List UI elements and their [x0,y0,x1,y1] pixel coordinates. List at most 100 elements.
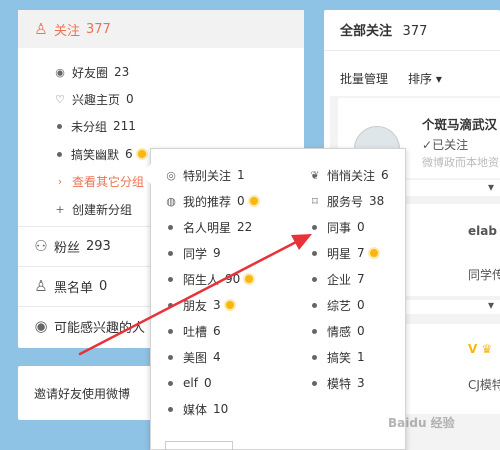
group-count: 0 [357,298,365,312]
group-count: 23 [114,65,130,79]
sidebar-item-label: 关注 [54,23,81,39]
group-label: 综艺 [327,298,352,313]
user-name[interactable]: elab [468,224,497,238]
group-item-view-other-groups[interactable]: › 查看其它分组 [54,170,144,192]
group-label: 特别关注 [183,168,232,183]
vip-badge-icon: V ♛ [468,342,493,356]
group-friends[interactable]: 朋友 3 [165,295,236,315]
group-models[interactable]: 模特 3 [309,373,365,393]
group-companies[interactable]: 企业 7 [309,269,365,289]
group-classmates[interactable]: 同学 9 [165,243,221,263]
group-colleagues[interactable]: 同事 0 [309,217,365,237]
group-label: 情感 [327,324,352,339]
group-item-friends-circle[interactable]: ◉ 好友圈 23 [54,61,129,83]
dot-icon [312,302,317,308]
popup-bottom-button[interactable] [165,441,233,450]
chevron-down-icon[interactable]: ▾ [488,298,494,312]
dot-icon [168,250,173,256]
vip-badge-icon [247,195,260,207]
group-label: 未分组 [71,119,108,134]
watermark: Baidu 经验 [388,416,455,430]
group-item-interest-pages[interactable]: ♡ 兴趣主页 0 [54,88,134,110]
group-count: 4 [213,350,221,364]
group-my-recommend[interactable]: ◍ 我的推荐 0 [165,191,260,211]
group-count: 0 [126,92,134,106]
vip-badge-icon [135,148,148,160]
target-icon: ◎ [166,168,176,182]
group-label: 陌生人 [183,272,220,287]
dot-icon [168,276,173,282]
group-label: 兴趣主页 [72,92,121,107]
total-follow-count: 377 [402,24,428,39]
group-count: 1 [237,168,245,182]
group-media[interactable]: 媒体 10 [165,399,228,419]
group-elf[interactable]: elf 0 [165,373,212,393]
group-count: 90 [225,272,241,286]
sidebar-item-label: 可能感兴趣的人 [54,320,146,336]
follow-status-label: 已关注 [432,138,469,152]
group-secret-follow[interactable]: ❦ 悄悄关注 6 [309,165,389,185]
sort-dropdown[interactable]: 排序 ▾ [408,70,442,87]
dot-icon [312,224,317,230]
vip-badge-icon [367,247,380,259]
group-label: 好友圈 [72,65,109,80]
group-label: 媒体 [183,402,208,417]
sidebar-item-follow[interactable]: ♙ 关注 377 [18,10,304,48]
group-celebrities[interactable]: 名人明星 22 [165,217,252,237]
group-count: 7 [357,272,365,286]
group-count: 211 [113,119,136,133]
heart-icon: ♡ [55,92,65,106]
follow-status[interactable]: ✓已关注 [422,136,468,153]
page-title: 全部关注 377 [340,20,427,39]
user-description: 微博政而本地资 [422,156,499,169]
group-count: 6 [213,324,221,338]
group-item-humor[interactable]: 搞笑幽默 6 [54,143,148,165]
batch-manage-button[interactable]: 批量管理 [340,70,388,87]
group-count: 38 [369,194,385,208]
group-count: 7 [357,246,365,260]
blacklist-count: 0 [99,278,108,294]
dot-icon [168,380,173,386]
group-label: 同学 [183,246,208,261]
vip-badge-icon [243,273,256,285]
divider [324,50,500,51]
globe-icon: ◍ [166,194,176,208]
group-count: 6 [381,168,389,182]
group-variety[interactable]: 综艺 0 [309,295,365,315]
group-strangers[interactable]: 陌生人 90 [165,269,256,289]
dot-icon [168,224,173,230]
dot-icon [312,328,317,334]
group-label: 搞笑 [327,350,352,365]
bookmark-icon: ⌑ [312,194,318,208]
group-label: 名人明星 [183,220,232,235]
dot-icon [312,380,317,386]
dot-icon [57,151,62,157]
group-item-create-group[interactable]: + 创建新分组 [54,198,132,220]
group-stars[interactable]: 明星 7 [309,243,380,263]
group-count: 0 [357,220,365,234]
popup-pointer [141,164,151,184]
invite-friends-link[interactable]: 邀请好友使用微博 [34,385,130,402]
dot-icon [312,354,317,360]
group-item-ungrouped[interactable]: 未分组 211 [54,115,136,137]
dot-icon [168,354,173,360]
sidebar-item-label: 粉丝 [54,240,81,256]
group-pictures[interactable]: 美图 4 [165,347,221,367]
group-service-accounts[interactable]: ⌑ 服务号 38 [309,191,384,211]
chevron-right-icon: › [57,174,63,188]
group-emotion[interactable]: 情感 0 [309,321,365,341]
group-funny[interactable]: 搞笑 1 [309,347,365,367]
group-special-follow[interactable]: ◎ 特别关注 1 [165,165,245,185]
chevron-down-icon[interactable]: ▾ [488,180,494,194]
sort-label: 排序 [408,72,433,86]
plus-icon: + [55,202,65,216]
eye-icon: ◉ [34,317,48,335]
dot-icon [312,250,317,256]
group-label: 同事 [327,220,352,235]
group-label: 明星 [327,246,352,261]
dot-icon [168,302,173,308]
user-name[interactable]: 个斑马滴武汉 [422,114,497,133]
group-label: 朋友 [183,298,208,313]
group-complaints[interactable]: 吐槽 6 [165,321,221,341]
users-icon: ⚇ [34,237,48,255]
